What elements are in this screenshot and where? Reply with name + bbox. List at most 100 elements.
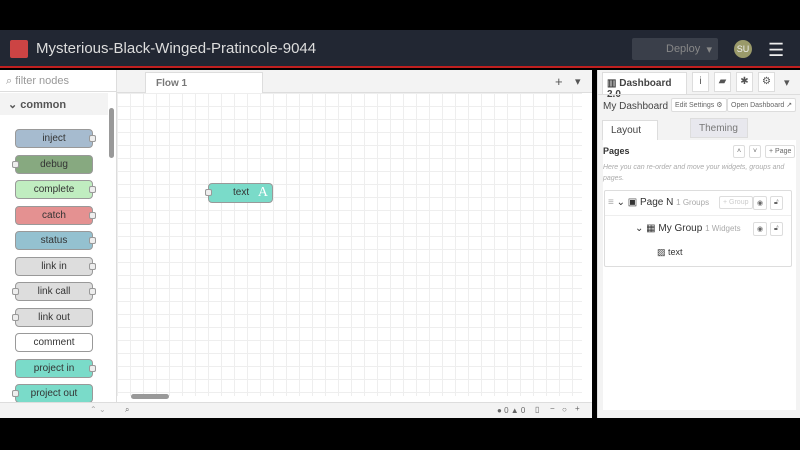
deploy-button[interactable]: Deploy ▾ (632, 38, 718, 60)
palette-node-link-in[interactable]: link in (15, 256, 96, 276)
palette-node-catch[interactable]: catch (15, 205, 96, 225)
filter-nodes-input[interactable]: ⌕ filter nodes (0, 70, 117, 92)
input-port (12, 160, 19, 168)
input-port (12, 288, 19, 295)
palette-node-label: catch (42, 209, 66, 221)
app-title: Mysterious-Black-Winged-Pratincole-9044 (36, 40, 317, 57)
page-group-count: 1 Groups (676, 198, 710, 207)
image-icon: ▨ (657, 247, 666, 257)
map-icon[interactable]: ▯ (535, 405, 539, 414)
open-dashboard-button[interactable]: Open Dashboard ↗ (727, 98, 797, 112)
group-eye-icon[interactable]: ◉ (753, 222, 768, 236)
move-up-button[interactable]: ˄ (733, 145, 746, 158)
output-port (89, 364, 96, 372)
help-text: Here you can re-order and move your widg… (603, 164, 785, 182)
group-widget-count: 1 Widgets (705, 224, 741, 233)
open-dashboard-label: Open Dashboard (731, 102, 785, 109)
group-row[interactable]: ⌄ ▦ My Group 1 Widgets (635, 223, 741, 234)
unlock-icon[interactable]: 🔓︎ (770, 196, 783, 210)
zoom-in-button[interactable]: + (575, 404, 580, 413)
chevron-down-icon[interactable]: ▾ (706, 43, 712, 56)
flow-list-icon[interactable]: ▾ (575, 75, 581, 88)
workspace: Flow 1 + ▾ text A ⌕ ● 0 ▲ 0 ▯ − ○ + (117, 70, 592, 418)
output-port (89, 288, 96, 295)
output-port (89, 135, 96, 142)
canvas[interactable]: text A (117, 93, 582, 396)
add-page-button[interactable]: + Page (765, 145, 796, 158)
sidebar: ▥ Dashboard 2.0 i ▰ ✱ ⚙ ▾ My Dashboard E… (597, 70, 800, 418)
category-label: common (20, 99, 67, 111)
error-count[interactable]: ● 0 ▲ 0 (497, 406, 525, 415)
palette-footer: ⌃ ⌄ (0, 402, 117, 418)
add-group-button[interactable]: + Group (719, 196, 753, 209)
widget-row[interactable]: ▨ text (657, 247, 683, 258)
filter-placeholder: filter nodes (15, 75, 70, 87)
eye-icon[interactable]: ◉ (753, 196, 768, 210)
palette-node-label: status (40, 235, 68, 246)
palette-node-label: debug (40, 158, 68, 170)
workspace-footer: ⌕ ● 0 ▲ 0 ▯ − ○ + (117, 402, 592, 418)
output-port (89, 237, 96, 244)
palette-node-link-call[interactable]: link call (12, 282, 96, 301)
gear-icon[interactable]: ⚙ (758, 72, 775, 92)
palette-node-label: inject (42, 133, 66, 144)
expand-all-button[interactable]: ⌄ (99, 405, 106, 414)
palette-node-debug[interactable]: debug (12, 154, 93, 174)
warning-count-value: 0 (520, 406, 526, 415)
tab-theming[interactable]: Theming (690, 118, 748, 138)
palette-node-label: link out (38, 311, 70, 323)
zoom-reset-button[interactable]: ○ (562, 405, 567, 414)
pages-heading: Pages (603, 146, 630, 156)
avatar[interactable]: SU (734, 40, 752, 58)
hamburger-icon[interactable]: ☰ (768, 40, 784, 61)
info-icon[interactable]: i (692, 72, 709, 92)
palette: ⌕ filter nodes ⌄ common inject debug compl… (0, 70, 117, 418)
canvas-node-text[interactable]: text A (205, 183, 273, 203)
palette-node-label: comment (33, 337, 75, 348)
node-red-logo (10, 40, 28, 58)
text-icon: A (257, 185, 268, 200)
input-port (12, 313, 19, 321)
zoom-out-button[interactable]: − (550, 404, 555, 413)
deploy-label: Deploy (666, 43, 701, 55)
page-row[interactable]: ≡ ⌄ ▣ Page N 1 Groups (608, 197, 709, 208)
palette-node-label: link call (37, 286, 71, 297)
page-name: Page N (640, 197, 674, 208)
palette-node-label: project out (30, 388, 78, 399)
tab-dashboard[interactable]: ▥ Dashboard 2.0 (602, 72, 687, 100)
input-port (12, 390, 19, 397)
pages-tree: ≡ ⌄ ▣ Page N 1 Groups + Group ◉ 🔓︎ ⌄ ▦ M… (604, 190, 792, 267)
palette-node-comment[interactable]: comment (15, 333, 93, 352)
node-label: text (233, 187, 250, 198)
horizontal-scrollbar[interactable] (131, 394, 169, 399)
palette-node-label: link in (41, 260, 67, 272)
palette-node-complete[interactable]: complete (15, 180, 96, 199)
drag-handle-icon[interactable]: ≡ (608, 197, 614, 208)
collapse-all-button[interactable]: ⌃ (90, 405, 97, 414)
edit-settings-label: Edit Settings (675, 102, 715, 109)
debug-bug-icon[interactable]: ✱ (736, 72, 753, 92)
palette-node-status[interactable]: status (15, 231, 96, 250)
layout-panel: Pages ˄ ˅ + Page Here you can re-order a… (603, 140, 796, 410)
input-port[interactable] (205, 189, 212, 196)
palette-node-label: project in (33, 362, 75, 374)
tab-flow-1[interactable]: Flow 1 (145, 72, 263, 94)
palette-node-inject[interactable]: inject (15, 129, 96, 148)
edit-settings-button[interactable]: Edit Settings ⚙ (671, 98, 727, 112)
output-port (89, 262, 96, 270)
palette-scrollbar[interactable] (109, 108, 114, 158)
tab-layout[interactable]: Layout (602, 120, 658, 140)
move-down-button[interactable]: ˅ (749, 145, 762, 158)
group-unlock-icon[interactable]: 🔓︎ (770, 222, 783, 236)
search-icon[interactable]: ⌕ (125, 405, 129, 415)
output-port (89, 211, 96, 219)
add-flow-icon[interactable]: + (555, 74, 563, 89)
help-book-icon[interactable]: ▰ (714, 72, 731, 92)
category-common[interactable]: ⌄ common (0, 93, 108, 115)
output-port (89, 186, 96, 193)
palette-node-project-out[interactable]: project out (12, 384, 93, 403)
sidebar-menu-chevron-icon[interactable]: ▾ (784, 76, 790, 89)
palette-node-project-in[interactable]: project in (15, 358, 96, 378)
palette-node-link-out[interactable]: link out (12, 307, 93, 327)
palette-node-label: complete (33, 184, 75, 195)
